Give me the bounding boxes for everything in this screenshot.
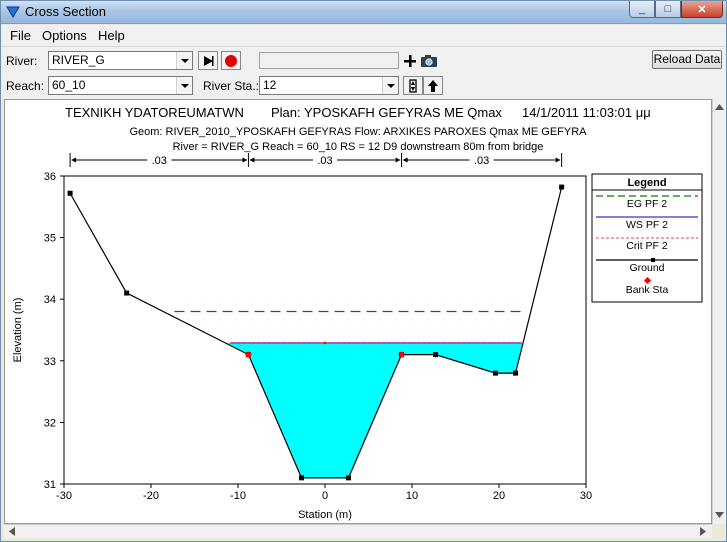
play-button[interactable] — [198, 51, 218, 70]
x-tick-label: 20 — [493, 490, 505, 502]
x-tick-label: -20 — [143, 490, 159, 502]
play-icon — [204, 55, 214, 66]
bank-station-marker — [398, 351, 405, 358]
cross-section-chart: TEXNIKH YDATOREUMATWN Plan: YPOSKAFH GEF… — [12, 105, 703, 521]
y-tick-label: 32 — [44, 417, 56, 429]
legend-item-ground: Ground — [629, 262, 664, 274]
scroll-up-icon[interactable] — [713, 101, 726, 113]
plot-info-line: River = RIVER_G Reach = 60_10 RS = 12 D9… — [173, 141, 544, 153]
plot-title-left: TEXNIKH YDATOREUMATWN — [65, 105, 244, 120]
x-tick-label: 0 — [322, 490, 328, 502]
y-tick-label: 36 — [44, 171, 56, 183]
record-icon — [225, 54, 237, 67]
n-value-label: .03 — [152, 155, 167, 167]
n-region-arrow — [402, 157, 408, 163]
close-button[interactable]: ✕ — [681, 1, 723, 18]
x-tick-label: 30 — [580, 490, 592, 502]
ground-point — [559, 184, 565, 190]
n-region-arrow — [249, 157, 255, 163]
camera-icon — [421, 54, 437, 67]
manning-n-regions: .03 .03 .03 — [69, 153, 563, 167]
y-tick-label: 34 — [44, 294, 56, 306]
ground-point — [432, 352, 438, 358]
river-station-select[interactable]: 12 — [259, 76, 399, 95]
y-tick-label: 35 — [44, 233, 56, 245]
n-region-arrow — [395, 157, 401, 163]
toolbar: River: RIVER_G Reach: 60_10 River Sta.: … — [1, 47, 726, 99]
legend-item-ws: WS PF 2 — [626, 219, 668, 231]
water-fill — [225, 342, 524, 478]
minimize-button[interactable]: _ — [629, 1, 655, 18]
menu-bar: File Options Help — [1, 25, 726, 47]
maximize-button[interactable]: □ — [655, 1, 681, 18]
record-button[interactable] — [221, 51, 241, 70]
previous-station-button[interactable] — [403, 76, 423, 95]
n-region-arrow — [71, 157, 77, 163]
legend: Legend EG PF 2 WS PF 2 Crit PF 2 Ground … — [591, 173, 703, 303]
menu-options[interactable]: Options — [42, 28, 87, 43]
arrow-up-icon — [428, 79, 438, 92]
n-region-arrow — [555, 157, 561, 163]
y-axis-label: Elevation (m) — [12, 298, 24, 363]
next-station-button[interactable] — [423, 76, 443, 95]
legend-title: Legend — [627, 177, 666, 189]
ground-point — [67, 190, 73, 196]
menu-file[interactable]: File — [10, 28, 31, 43]
n-value-label: .03 — [317, 155, 332, 167]
river-station-label: River Sta.: — [203, 79, 260, 93]
river-select-value: RIVER_G — [52, 53, 105, 67]
chevron-down-icon[interactable] — [382, 77, 398, 94]
vertical-scrollbar[interactable] — [712, 99, 726, 524]
updown-icon — [409, 78, 417, 93]
river-select[interactable]: RIVER_G — [48, 51, 193, 70]
critical-marker — [323, 341, 327, 345]
reach-label: Reach: — [6, 79, 45, 93]
scroll-left-icon[interactable] — [6, 525, 18, 538]
ground-point — [513, 370, 519, 376]
title-bar[interactable]: Cross Section _ □ ✕ — [1, 1, 726, 24]
camera-button[interactable] — [419, 51, 439, 70]
plus-icon — [404, 54, 416, 67]
reach-select[interactable]: 60_10 — [48, 76, 193, 95]
river-label: River: — [6, 54, 38, 68]
chevron-down-icon[interactable] — [176, 77, 192, 94]
y-tick-label: 33 — [44, 356, 56, 368]
app-icon — [6, 6, 20, 18]
legend-item-crit: Crit PF 2 — [626, 240, 668, 252]
add-button[interactable] — [402, 51, 418, 70]
ground-point — [493, 370, 499, 376]
x-axis-label: Station (m) — [298, 509, 352, 521]
y-tick-label: 31 — [44, 479, 56, 491]
legend-item-eg: EG PF 2 — [627, 198, 667, 210]
window-title: Cross Section — [25, 4, 106, 19]
legend-item-bank: Bank Sta — [626, 284, 669, 296]
bank-station-marker — [245, 351, 252, 358]
x-tick-label: -10 — [230, 490, 246, 502]
plot-geom-line: Geom: RIVER_2010_YPOSKAFH GEFYRAS Flow: … — [129, 126, 587, 138]
x-tick-label: 10 — [406, 490, 418, 502]
n-value-label: .03 — [474, 155, 489, 167]
plot-title-date: 14/1/2011 11:03:01 μμ — [522, 105, 651, 120]
status-box — [259, 52, 399, 69]
river-station-value: 12 — [263, 78, 277, 92]
water-fill-layer — [225, 342, 524, 478]
scroll-right-icon[interactable] — [697, 525, 709, 538]
scroll-down-icon[interactable] — [713, 509, 726, 521]
ground-point — [345, 475, 351, 481]
cross-section-window: Cross Section _ □ ✕ File Options Help Ri… — [0, 0, 727, 542]
reach-select-value: 60_10 — [52, 78, 86, 92]
x-tick-label: -30 — [56, 490, 72, 502]
ground-point — [124, 290, 130, 296]
ground-point — [299, 475, 305, 481]
reload-data-button[interactable]: Reload Data — [652, 50, 722, 69]
plot-title-plan: Plan: YPOSKAFH GEFYRAS ME Qmax — [271, 105, 502, 120]
menu-help[interactable]: Help — [98, 28, 125, 43]
n-region-arrow — [242, 157, 248, 163]
chevron-down-icon[interactable] — [176, 52, 192, 69]
cross-section-plot-area: TEXNIKH YDATOREUMATWN Plan: YPOSKAFH GEF… — [4, 99, 712, 524]
horizontal-scrollbar[interactable] — [4, 524, 712, 538]
